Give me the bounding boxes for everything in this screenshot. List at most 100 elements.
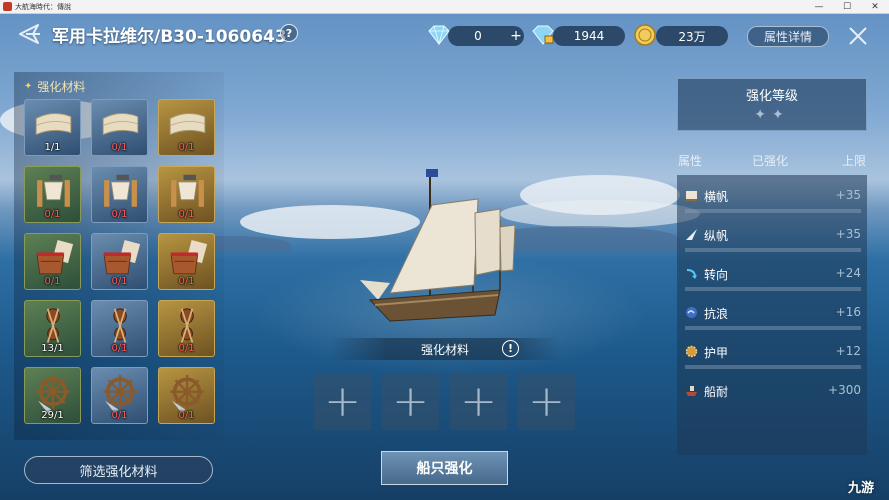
window-titlebar: 大航海時代：傳說 — ☐ ✕ [0,0,889,14]
sparkle-icon: ✦ [24,81,33,92]
add-diamond-button[interactable]: + [508,28,524,44]
material-count: 0/1 [111,209,128,220]
wood-tools-icon [104,174,137,207]
stat-bar [685,248,861,252]
sail-cloth-icon [169,113,206,136]
bucket-map-icon [36,240,74,275]
material-count: 0/1 [111,410,128,421]
filter-materials-button[interactable]: 筛选强化材料 [24,456,213,484]
app-icon [3,2,12,11]
material-count: 13/1 [41,343,64,354]
material-tile[interactable]: 0/1 [158,367,215,424]
stat-value: +24 [835,266,861,280]
stat-bar [685,365,861,369]
material-tile[interactable]: 1/1 [24,99,81,156]
material-count: 0/1 [178,276,195,287]
armor-icon [685,345,698,358]
ship-wheel-icon [103,374,137,414]
material-count: 1/1 [44,142,61,153]
col-limit: 上限 [842,154,867,168]
col-attribute: 属性 [678,154,703,168]
material-slot[interactable]: + [518,373,575,430]
material-count: 0/1 [111,343,128,354]
stat-value: +300 [828,383,861,397]
material-tile[interactable]: 13/1 [24,300,81,357]
material-count: 0/1 [178,343,195,354]
material-tile[interactable]: 0/1 [91,166,148,223]
enhance-materials-label: 强化材料 [420,342,469,357]
stat-name: 护甲 [704,346,729,360]
stat-bar [685,287,861,291]
sail-cloth-icon [102,113,139,136]
materials-grid: 1/1 0/1 0/1 0/1 0/1 0/1 0/1 0/1 0/1 13/1 0/1 0/1 29/… [24,99,216,429]
window-close-button[interactable]: ✕ [861,0,889,14]
hull-icon [686,386,697,396]
stat-value: +12 [835,344,861,358]
enhance-level-title: 强化等级 [745,89,798,104]
material-count: 0/1 [44,276,61,287]
material-tile[interactable]: 0/1 [91,367,148,424]
back-arrow-icon[interactable] [18,22,42,46]
attribute-detail-button[interactable]: 属性详情 [747,26,829,47]
horizontal-sail-icon [686,191,697,201]
bucket-map-icon [103,240,141,275]
cloud [500,200,700,228]
col-enhanced: 已强化 [752,154,789,168]
stat-row-vertical-sail: 纵帆 +35 [677,219,867,258]
material-count: 0/1 [178,410,195,421]
material-slot[interactable]: + [314,373,371,430]
watermark-logo: 九游 [848,481,875,496]
stat-value: +16 [835,305,861,319]
stat-name: 抗浪 [704,307,729,321]
material-slot[interactable]: + [382,373,439,430]
stat-name: 转向 [704,268,729,282]
enhance-materials-bar: 强化材料 [330,338,560,360]
stat-bar [685,326,861,330]
stat-bar [685,209,861,213]
material-slot[interactable]: + [450,373,507,430]
info-icon[interactable]: ! [502,340,519,357]
stat-name: 纵帆 [704,229,729,243]
rigging-pulley-icon [180,308,194,343]
material-tile[interactable]: 0/1 [24,166,81,223]
material-count: 0/1 [44,209,61,220]
minimize-button[interactable]: — [805,0,833,14]
ship-wheel-icon [170,374,204,414]
materials-title: 强化材料 [37,80,86,94]
currency-value: 0 [474,29,482,43]
wave-icon [686,307,697,318]
material-tile[interactable]: 0/1 [158,166,215,223]
vertical-sail-icon [686,229,697,240]
currency-value: 1944 [573,29,605,43]
help-icon[interactable]: ? [280,24,298,42]
stat-row-wave-resistance: 抗浪 +16 [677,297,867,336]
enhance-level-box: 强化等级 ✦✦ [677,78,867,131]
close-icon[interactable] [848,26,868,46]
window-title: 大航海時代：傳說 [15,2,71,11]
material-tile[interactable]: 0/1 [91,300,148,357]
material-tile[interactable]: 0/1 [91,233,148,290]
ship-enhance-button[interactable]: 船只强化 [381,451,508,485]
gold-coin-icon [634,24,656,46]
material-count: 0/1 [111,276,128,287]
sail-cloth-icon [35,113,72,136]
ship-wheel-icon [36,374,70,414]
stat-name: 横帆 [704,190,729,204]
material-tile[interactable]: 0/1 [24,233,81,290]
currency-gold: 23万 [656,26,728,46]
maximize-button[interactable]: ☐ [833,0,861,14]
ship-illustration [360,169,516,322]
stat-row-turning: 转向 +24 [677,258,867,297]
stat-value: +35 [835,227,861,241]
stat-row-armor: 护甲 +12 [677,336,867,375]
currency-value: 23万 [678,29,706,44]
turning-icon [686,269,697,279]
wood-tools-icon [171,174,204,207]
level-stars: ✦✦ [754,107,790,123]
material-tile[interactable]: 0/1 [158,99,215,156]
material-tile[interactable]: 0/1 [91,99,148,156]
material-tile[interactable]: 0/1 [158,300,215,357]
stat-value: +35 [835,188,861,202]
material-tile[interactable]: 0/1 [158,233,215,290]
material-tile[interactable]: 29/1 [24,367,81,424]
